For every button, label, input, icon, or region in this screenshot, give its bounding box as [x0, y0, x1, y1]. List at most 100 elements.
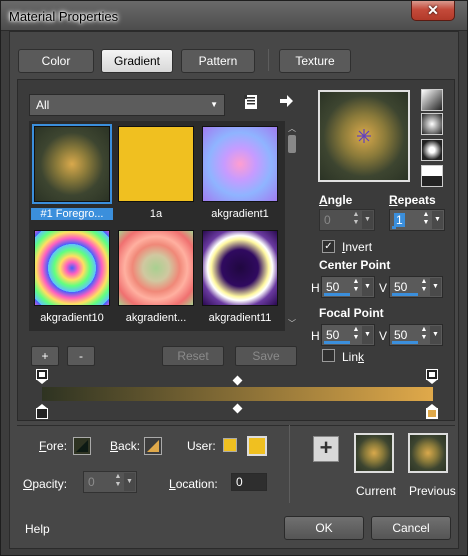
tab-pattern[interactable]: Pattern	[181, 49, 255, 73]
center-h-label: H	[311, 281, 320, 295]
gradient-item[interactable]: akgradient11	[199, 227, 281, 327]
user-color-small[interactable]	[223, 438, 237, 452]
gradient-item[interactable]: akgradient1	[199, 123, 281, 223]
previous-swatch[interactable]	[408, 433, 448, 473]
resource-manager-icon[interactable]	[242, 94, 260, 112]
spin-arrows-icon[interactable]: ▲ ▼	[351, 211, 361, 229]
scrollbar-thumb[interactable]	[288, 135, 296, 153]
gradient-item[interactable]: #1 Foregro...	[31, 123, 113, 223]
chevron-down-icon[interactable]: ▼	[362, 278, 373, 296]
color-stop-start[interactable]	[36, 403, 48, 419]
gradient-item-label: akgradient1	[211, 208, 269, 220]
radial-style-button[interactable]	[421, 139, 443, 161]
cancel-button[interactable]: Cancel	[371, 516, 451, 540]
invert-checkbox[interactable]: ✓	[322, 240, 335, 253]
chevron-down-icon[interactable]: ▼	[430, 278, 441, 296]
fore-color-swatch[interactable]	[73, 437, 91, 455]
center-point-icon[interactable]	[320, 92, 408, 180]
chevron-down-icon[interactable]: ▼	[124, 473, 135, 491]
spin-arrows-icon[interactable]: ▲ ▼	[351, 278, 361, 296]
user-label: User:	[187, 439, 216, 453]
close-button[interactable]: ✕	[411, 1, 455, 21]
chevron-down-icon[interactable]: ▼	[430, 326, 441, 344]
center-h-spinbox[interactable]: 50 ▲ ▼ ▼	[321, 276, 375, 298]
back-color-swatch[interactable]	[144, 437, 162, 455]
gradient-item[interactable]: 1a	[115, 123, 197, 223]
gradient-item-label: akgradient11	[208, 312, 272, 324]
rectangular-style-button[interactable]	[421, 113, 443, 135]
focal-v-label: V	[379, 329, 388, 343]
library-scrollbar[interactable]: ︿ ﹀	[286, 121, 298, 331]
gradient-item[interactable]: akgradient10	[31, 227, 113, 327]
window-title: Material Properties	[9, 9, 119, 24]
linear-style-button[interactable]	[421, 89, 443, 111]
add-gradient-button[interactable]: +	[31, 346, 59, 366]
color-stop-end[interactable]	[426, 403, 438, 419]
add-swatch-button[interactable]: +	[313, 436, 339, 462]
center-v-label: V	[379, 281, 388, 295]
opacity-stop-end[interactable]	[426, 369, 438, 384]
category-dropdown[interactable]: All ▼	[29, 94, 225, 116]
invert-label: Invert	[342, 240, 373, 254]
chevron-down-icon[interactable]: ▼	[432, 211, 443, 229]
center-v-level-bar	[392, 293, 418, 296]
scroll-up-icon[interactable]: ︿	[286, 123, 298, 134]
opacity-value: 0	[88, 475, 95, 489]
editor-separator	[289, 425, 290, 503]
center-point-label: Center Point	[319, 258, 391, 272]
tab-gradient[interactable]: Gradient	[101, 49, 173, 73]
link-label: Link	[342, 350, 365, 364]
gradient-swatch	[34, 230, 110, 306]
location-value: 0	[236, 475, 243, 489]
gradient-bar[interactable]	[42, 387, 433, 401]
ok-button[interactable]: OK	[284, 516, 364, 540]
gradient-library-grid: #1 Foregro... 1a akgradient1 akgradient1…	[29, 121, 285, 331]
spin-arrows-icon[interactable]: ▲ ▼	[113, 473, 123, 491]
repeats-spinbox[interactable]: 1 ▲ ▼ ▼	[389, 209, 445, 231]
user-color-swatch[interactable]	[247, 436, 267, 456]
opacity-stop-start[interactable]	[36, 369, 48, 384]
current-label: Current	[356, 484, 397, 498]
spin-arrows-icon[interactable]: ▲ ▼	[419, 278, 429, 296]
focal-v-value: 50	[394, 328, 408, 342]
chevron-down-icon[interactable]: ▼	[362, 326, 373, 344]
location-field[interactable]: 0	[231, 473, 267, 491]
spin-arrows-icon[interactable]: ▲ ▼	[419, 326, 429, 344]
gradient-item-label: 1a	[149, 208, 163, 220]
spin-arrows-icon[interactable]: ▲ ▼	[351, 326, 361, 344]
focal-v-spinbox[interactable]: 50 ▲ ▼ ▼	[389, 324, 443, 346]
gradient-swatch	[118, 230, 194, 306]
current-swatch[interactable]	[354, 433, 394, 473]
sunburst-style-button[interactable]	[421, 165, 443, 187]
gradient-item-label: akgradient...	[125, 312, 187, 324]
focal-h-value: 50	[326, 328, 340, 342]
gradient-item[interactable]: akgradient...	[115, 227, 197, 327]
chevron-down-icon[interactable]: ▼	[362, 211, 373, 229]
arrow-right-icon[interactable]	[276, 93, 296, 113]
angle-spinbox[interactable]: 0 ▲ ▼ ▼	[319, 209, 375, 231]
focal-v-level-bar	[392, 341, 418, 344]
center-v-value: 50	[394, 280, 408, 294]
tab-color[interactable]: Color	[18, 49, 94, 73]
reset-button[interactable]: Reset	[162, 346, 224, 366]
gradient-preview[interactable]	[318, 90, 410, 182]
opacity-spinbox[interactable]: 0 ▲ ▼ ▼	[83, 471, 137, 493]
tab-texture[interactable]: Texture	[279, 49, 351, 73]
remove-gradient-button[interactable]: -	[67, 346, 95, 366]
spin-arrows-icon[interactable]: ▲ ▼	[421, 211, 431, 229]
gradient-item-label: #1 Foregro...	[31, 208, 113, 220]
link-checkbox[interactable]	[322, 349, 335, 362]
previous-label: Previous	[409, 484, 456, 498]
center-v-spinbox[interactable]: 50 ▲ ▼ ▼	[389, 276, 443, 298]
repeats-label: Repeats	[389, 193, 436, 207]
focal-h-spinbox[interactable]: 50 ▲ ▼ ▼	[321, 324, 375, 346]
save-button[interactable]: Save	[235, 346, 297, 366]
focal-point-label: Focal Point	[319, 306, 384, 320]
repeats-level-bar	[392, 226, 396, 229]
help-button[interactable]: Help	[25, 522, 50, 536]
scroll-down-icon[interactable]: ﹀	[286, 318, 298, 329]
material-properties-dialog: Material Properties ✕ Color Gradient Pat…	[0, 0, 468, 556]
focal-h-level-bar	[324, 341, 350, 344]
opacity-label: Opacity:	[23, 477, 68, 491]
repeats-value: 1	[394, 213, 405, 227]
